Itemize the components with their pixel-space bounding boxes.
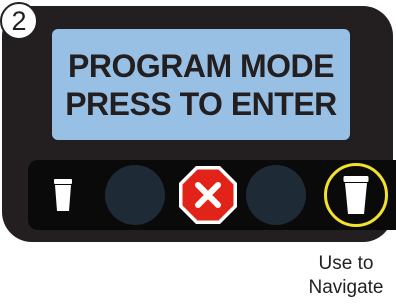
caption-line-2: Navigate (308, 277, 384, 298)
display-line-2: PRESS TO ENTER (65, 85, 337, 122)
large-cup-navigate-button[interactable] (324, 163, 388, 227)
small-cup-icon (54, 179, 72, 211)
cancel-button[interactable] (177, 164, 239, 226)
display-line-1: PROGRAM MODE (68, 47, 335, 84)
navigate-caption: Use to Navigate (306, 252, 386, 300)
step-number-badge: 2 (0, 2, 38, 40)
right-button[interactable] (246, 165, 306, 225)
lcd-display: PROGRAM MODE PRESS TO ENTER (52, 29, 350, 140)
small-cup-button[interactable] (40, 172, 86, 218)
large-cup-icon (343, 176, 369, 214)
left-button[interactable] (105, 165, 165, 225)
caption-line-1: Use to (318, 253, 374, 274)
button-bar (28, 160, 396, 230)
brewer-control-panel: PROGRAM MODE PRESS TO ENTER (2, 6, 396, 242)
cancel-x-icon (179, 166, 237, 224)
